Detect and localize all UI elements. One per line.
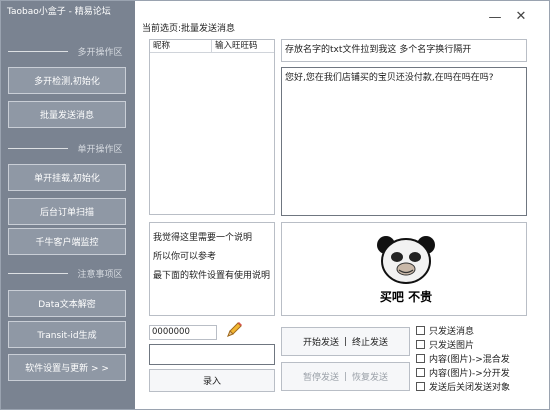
section-label-single: 单开操作区 — [77, 144, 123, 155]
section-divider-multi: 多开操作区 — [3, 44, 135, 58]
notes-panel: 我觉得这里需要一个说明 所以你可以参考 最下面的软件设置有使用说明 — [149, 222, 275, 316]
image-preview[interactable]: 买吧 不贵 — [281, 222, 527, 316]
start-send-button[interactable]: 开始发送 — [303, 335, 339, 348]
note-line: 所以你可以参考 — [153, 252, 217, 262]
option-label: 发送后关闭发送对象 — [429, 382, 511, 393]
note-line: 我觉得这里需要一个说明 — [153, 233, 253, 243]
meme-caption: 买吧 不贵 — [379, 290, 433, 304]
option-label: 内容(图片)->分开发 — [429, 368, 510, 379]
multi-detect-init-button[interactable]: 多开检测,初始化 — [8, 67, 126, 94]
option-mixed-send[interactable]: 内容(图片)->混合发 — [416, 352, 536, 365]
option-label: 只发送图片 — [429, 340, 475, 351]
separator: | — [343, 336, 348, 347]
contact-list-header: 昵称 输入旺旺码 — [150, 40, 274, 53]
option-label: 只发送消息 — [429, 326, 475, 337]
message-textarea[interactable]: 您好,您在我们店铺买的宝贝还没付款,在吗在吗在吗? — [281, 67, 527, 216]
option-separate-send[interactable]: 内容(图片)->分开发 — [416, 366, 536, 379]
data-decrypt-button[interactable]: Data文本解密 — [8, 290, 126, 317]
divider-line — [8, 50, 68, 52]
txt-file-drop-field[interactable]: 存放名字的txt文件拉到我这 多个名字换行隔开 — [281, 39, 527, 62]
pause-control-group: 暂停发送 | 恢复发送 — [281, 362, 410, 391]
batch-send-message-button[interactable]: 批量发送消息 — [8, 101, 126, 128]
option-only-image[interactable]: 只发送图片 — [416, 338, 536, 351]
option-only-message[interactable]: 只发送消息 — [416, 324, 536, 337]
close-button[interactable]: ✕ — [510, 6, 532, 26]
record-button[interactable]: 录入 — [149, 369, 275, 392]
checkbox[interactable] — [416, 353, 425, 363]
contact-list[interactable]: 昵称 输入旺旺码 — [149, 39, 275, 215]
sidebar: Taobao小盒子 - 精易论坛 多开操作区 多开检测,初始化 批量发送消息 单… — [1, 1, 135, 409]
checkbox[interactable] — [416, 325, 425, 335]
divider-line — [8, 272, 68, 274]
order-scan-button[interactable]: 后台订单扫描 — [8, 198, 126, 225]
checkbox[interactable] — [416, 381, 425, 391]
section-divider-single: 单开操作区 — [3, 141, 135, 155]
section-label-notice: 注意事项区 — [77, 269, 123, 280]
meme-image: 买吧 不贵 — [372, 233, 440, 309]
minimize-button[interactable]: — — [484, 7, 506, 27]
app-title: Taobao小盒子 - 精易论坛 — [7, 7, 111, 17]
qianniu-monitor-button[interactable]: 千牛客户端监控 — [8, 228, 126, 255]
option-close-after-send[interactable]: 发送后关闭发送对象 — [416, 380, 536, 393]
stop-send-button[interactable]: 终止发送 — [352, 335, 388, 348]
separator: | — [343, 371, 348, 382]
resume-send-button[interactable]: 恢复发送 — [352, 370, 388, 383]
panda-face-icon — [377, 236, 435, 284]
minimize-icon: — — [488, 9, 502, 25]
single-mount-init-button[interactable]: 单开挂载,初始化 — [8, 164, 126, 191]
name-input[interactable] — [149, 344, 275, 365]
column-header-wangwang: 输入旺旺码 — [215, 41, 258, 51]
breadcrumb: 当前选页:批量发送消息 — [142, 24, 236, 34]
settings-update-button[interactable]: 软件设置与更新 > > — [8, 354, 126, 381]
send-options: 只发送消息 只发送图片 内容(图片)->混合发 内容(图片)->分开发 发送后关… — [416, 324, 536, 393]
checkbox[interactable] — [416, 367, 425, 377]
close-icon: ✕ — [515, 8, 527, 24]
id-input[interactable]: 0000000 — [149, 325, 217, 340]
notes-text: 我觉得这里需要一个说明 所以你可以参考 最下面的软件设置有使用说明 — [150, 223, 274, 286]
checkbox[interactable] — [416, 339, 425, 349]
divider-line — [8, 147, 68, 149]
column-header-nickname: 昵称 — [150, 40, 212, 52]
note-line: 最下面的软件设置有使用说明 — [153, 271, 271, 281]
pause-send-button[interactable]: 暂停发送 — [303, 370, 339, 383]
send-control-group: 开始发送 | 终止发送 — [281, 327, 410, 356]
transit-id-button[interactable]: Transit-id生成 — [8, 321, 126, 348]
section-divider-notice: 注意事项区 — [3, 266, 135, 280]
section-label-multi: 多开操作区 — [77, 47, 123, 58]
pencil-icon[interactable] — [224, 320, 244, 340]
option-label: 内容(图片)->混合发 — [429, 354, 510, 365]
